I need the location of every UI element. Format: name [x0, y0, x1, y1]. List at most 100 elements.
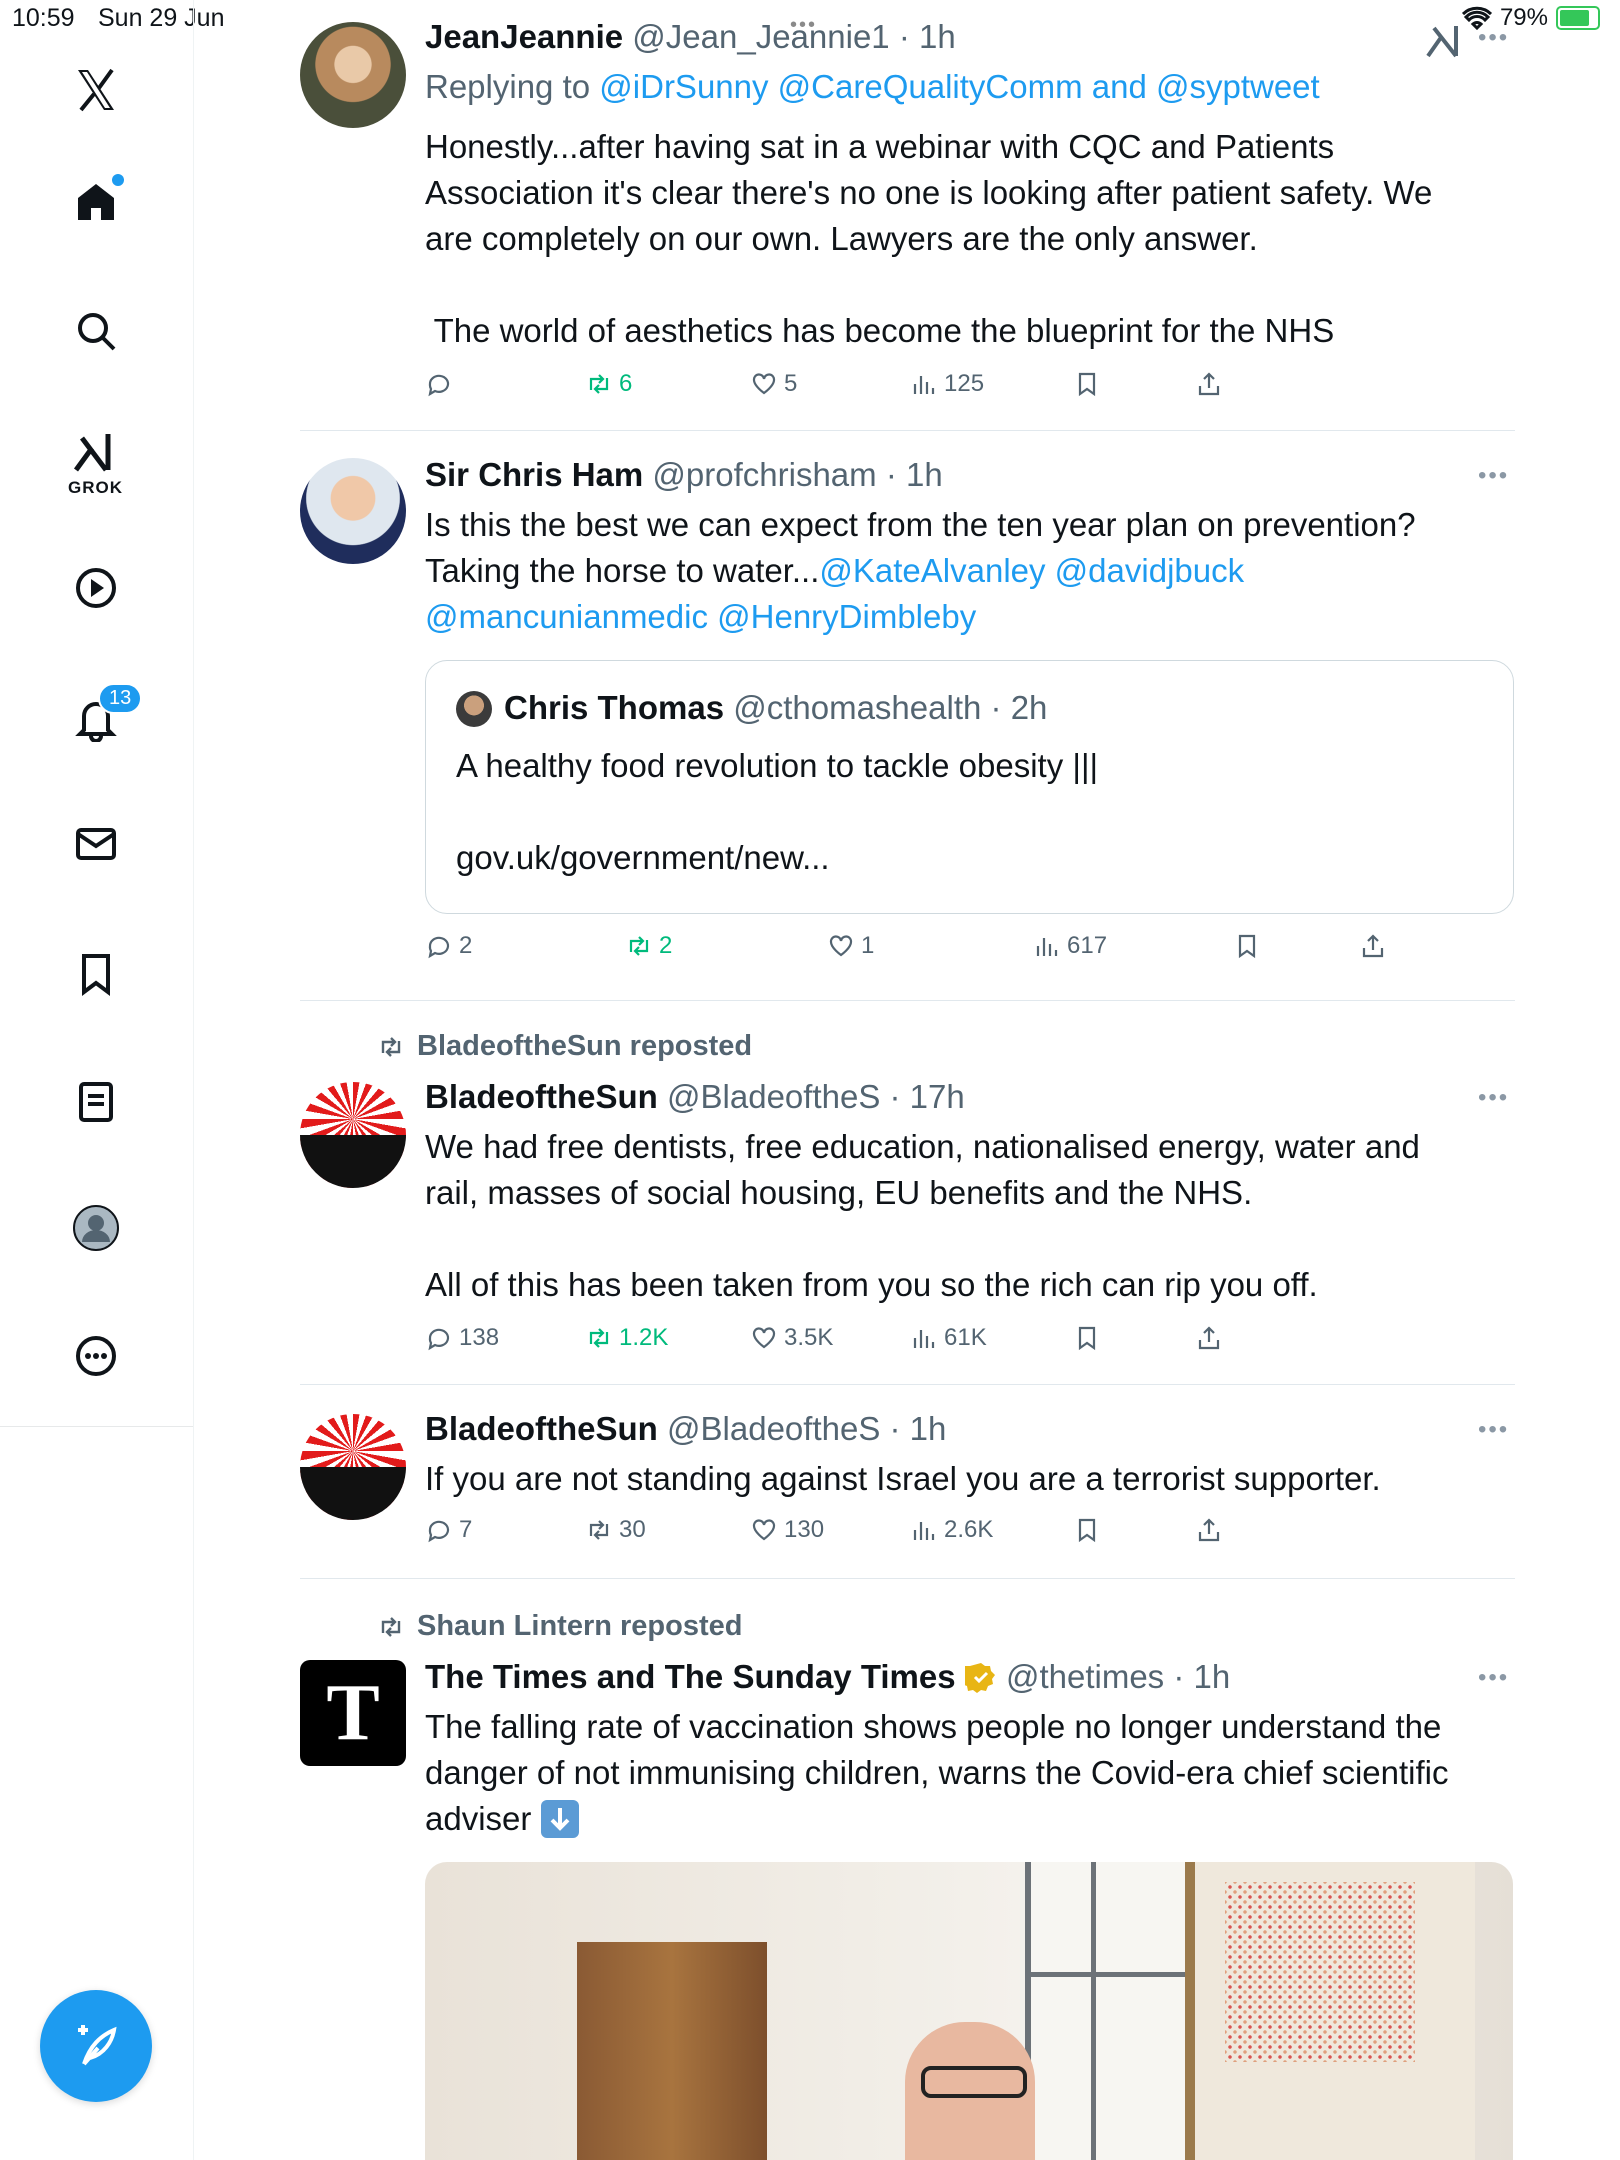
quoted-tweet[interactable]: Chris Thomas @cthomashealth · 2h A healt… — [425, 660, 1514, 914]
like-button[interactable]: 5 — [750, 370, 797, 398]
home-unread-dot — [112, 174, 124, 186]
tweet-text-line: The world of aesthetics has become the b… — [425, 312, 1335, 349]
post-time[interactable]: · 1h — [899, 18, 956, 55]
x-logo-icon[interactable] — [60, 54, 132, 126]
video-play-icon[interactable] — [60, 552, 132, 624]
battery-icon — [1556, 6, 1600, 30]
repost-icon — [589, 1520, 609, 1540]
repost-button[interactable]: 6 — [585, 370, 632, 398]
messages-envelope-icon[interactable] — [60, 808, 132, 880]
reply-icon — [428, 936, 450, 959]
author-name[interactable]: Sir Chris Ham — [425, 456, 643, 493]
avatar[interactable]: T — [300, 1660, 406, 1766]
share-button[interactable] — [1359, 932, 1387, 960]
like-button[interactable]: 3.5K — [750, 1324, 833, 1352]
reply-button[interactable]: 138 — [425, 1324, 499, 1352]
repost-context[interactable]: Shaun Lintern reposted — [375, 1610, 742, 1643]
avatar[interactable] — [300, 458, 406, 564]
compose-post-button[interactable] — [40, 1990, 152, 2102]
tweet-actions: 2 2 1 617 — [425, 932, 1505, 972]
quote-author-name: Chris Thomas — [504, 689, 725, 726]
tweet-text-line: adviser — [425, 1800, 532, 1837]
share-button[interactable] — [1195, 1324, 1223, 1352]
author-handle[interactable]: @thetimes — [1006, 1658, 1164, 1695]
like-button[interactable]: 130 — [750, 1516, 824, 1544]
share-icon — [1198, 1518, 1220, 1542]
quote-text-line: A healthy food revolution to tackle obes… — [456, 747, 1099, 784]
reply-button[interactable]: 2 — [425, 932, 472, 960]
repost-button[interactable]: 1.2K — [585, 1324, 668, 1352]
views-button[interactable]: 2.6K — [910, 1516, 993, 1544]
bookmark-button[interactable] — [1073, 1324, 1101, 1352]
more-menu-icon[interactable]: ••• — [1478, 462, 1509, 490]
author-handle[interactable]: @BladeoftheS — [667, 1410, 880, 1447]
share-button[interactable] — [1195, 1516, 1223, 1544]
tweet-text-line: If you are not standing against Israel y… — [425, 1460, 1381, 1497]
reply-button[interactable]: 7 — [425, 1516, 472, 1544]
tweet-text-line: are completely on our own. Lawyers are t… — [425, 220, 1258, 257]
quote-author-handle: @cthomashealth — [733, 689, 982, 726]
more-menu-icon[interactable]: ••• — [1478, 1664, 1509, 1692]
bookmark-button[interactable] — [1233, 932, 1261, 960]
tweet-actions: 7 30 130 2.6K — [425, 1516, 1505, 1556]
tweet-media-image[interactable] — [425, 1862, 1513, 2160]
author-handle[interactable]: @BladeoftheS — [667, 1078, 880, 1115]
tweet-text-line: All of this has been taken from you so t… — [425, 1266, 1318, 1303]
tweet-divider — [300, 430, 1515, 431]
repost-button[interactable]: 2 — [625, 932, 672, 960]
sidebar-separator — [0, 1426, 193, 1427]
home-icon[interactable] — [60, 166, 132, 238]
avatar[interactable] — [300, 1414, 406, 1520]
mention-links[interactable]: @mancunianmedic @HenryDimbleby — [425, 594, 976, 640]
avatar[interactable] — [300, 1082, 406, 1188]
bookmark-button[interactable] — [1073, 1516, 1101, 1544]
more-menu-icon[interactable]: ••• — [1478, 1416, 1509, 1444]
author-handle[interactable]: @profchrisham — [652, 456, 876, 493]
search-icon[interactable] — [60, 295, 132, 367]
author-name[interactable]: BladeoftheSun — [425, 1410, 658, 1447]
replying-to-links[interactable]: @iDrSunny @CareQualityComm and @syptweet — [599, 68, 1319, 105]
views-chart-icon — [913, 376, 935, 394]
repost-button[interactable]: 30 — [585, 1516, 646, 1544]
views-button[interactable]: 125 — [910, 370, 984, 398]
bookmarks-icon[interactable] — [60, 938, 132, 1010]
author-name[interactable]: JeanJeannie — [425, 18, 623, 55]
author-name[interactable]: The Times and The Sunday Times — [425, 1658, 956, 1695]
reply-icon — [428, 1328, 450, 1351]
repost-context[interactable]: BladeoftheSun reposted — [375, 1030, 752, 1063]
more-menu-icon[interactable]: ••• — [1478, 1084, 1509, 1112]
more-options-icon[interactable] — [60, 1320, 132, 1392]
tweet-actions: 6 5 125 — [425, 370, 1505, 410]
profile-avatar-icon[interactable] — [60, 1192, 132, 1264]
repost-icon — [381, 1036, 401, 1057]
post-time[interactable]: · 1h — [890, 1410, 947, 1447]
avatar[interactable] — [300, 22, 406, 128]
repost-icon — [589, 374, 609, 394]
views-button[interactable]: 617 — [1033, 932, 1107, 960]
replying-to-label: Replying to — [425, 68, 591, 105]
grok-logo-icon[interactable] — [1426, 24, 1460, 58]
post-time[interactable]: · 1h — [1173, 1658, 1230, 1695]
post-time[interactable]: · 17h — [890, 1078, 965, 1115]
views-button[interactable]: 61K — [910, 1324, 987, 1352]
share-button[interactable] — [1195, 370, 1223, 398]
quote-time: · 2h — [990, 689, 1048, 726]
mention-links[interactable]: @KateAlvanley @davidjbuck — [819, 552, 1244, 589]
tweet-divider — [300, 1578, 1515, 1579]
media-person — [905, 2022, 1035, 2160]
quote-avatar — [456, 691, 492, 727]
author-handle[interactable]: @Jean_Jeannie1 — [632, 18, 889, 55]
like-button[interactable]: 1 — [827, 932, 874, 960]
bookmark-icon — [1238, 934, 1256, 959]
lists-icon[interactable] — [60, 1066, 132, 1138]
heart-icon — [752, 1327, 776, 1349]
tweet-divider — [300, 1000, 1515, 1001]
post-time[interactable]: · 1h — [886, 456, 943, 493]
repost-icon — [629, 936, 649, 956]
repost-icon — [381, 1616, 401, 1637]
reply-button[interactable] — [425, 370, 459, 398]
more-menu-icon[interactable]: ••• — [1478, 24, 1509, 52]
tweet-actions: 138 1.2K 3.5K 61K — [425, 1324, 1505, 1364]
bookmark-button[interactable] — [1073, 370, 1101, 398]
author-name[interactable]: BladeoftheSun — [425, 1078, 658, 1115]
